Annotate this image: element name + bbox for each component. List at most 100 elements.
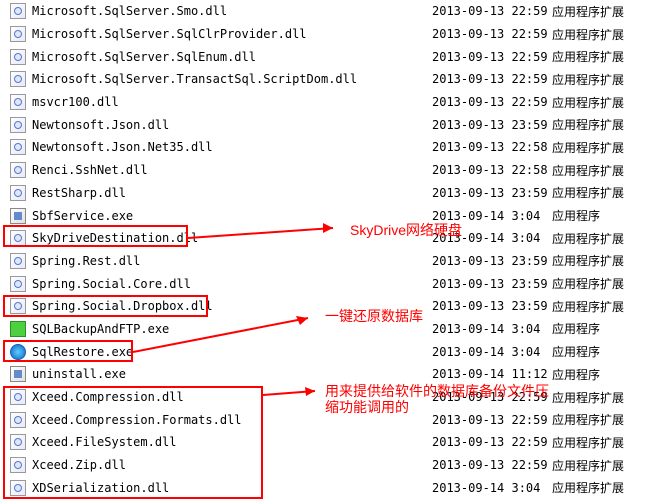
file-type: 应用程序扩展 [552, 389, 624, 406]
file-type: 应用程序扩展 [552, 275, 624, 292]
file-date: 2013-09-13 22:59 [432, 72, 552, 86]
file-date: 2013-09-14 3:04 [432, 481, 552, 495]
dll-icon [10, 276, 26, 292]
file-date: 2013-09-13 22:58 [432, 140, 552, 154]
file-name: uninstall.exe [32, 367, 432, 381]
file-row[interactable]: Xceed.Zip.dll2013-09-13 22:59应用程序扩展 [0, 454, 651, 477]
dll-icon [10, 71, 26, 87]
file-date: 2013-09-13 22:59 [432, 435, 552, 449]
file-name: Renci.SshNet.dll [32, 163, 432, 177]
file-name: SbfService.exe [32, 209, 432, 223]
file-row[interactable]: Xceed.FileSystem.dll2013-09-13 22:59应用程序… [0, 431, 651, 454]
file-row[interactable]: Microsoft.SqlServer.TransactSql.ScriptDo… [0, 68, 651, 91]
file-date: 2013-09-13 23:59 [432, 186, 552, 200]
file-row[interactable]: Renci.SshNet.dll2013-09-13 22:58应用程序扩展 [0, 159, 651, 182]
dll-icon [10, 253, 26, 269]
file-row[interactable]: uninstall.exe2013-09-14 11:12应用程序 [0, 363, 651, 386]
exe-icon [10, 208, 26, 224]
file-row[interactable]: Newtonsoft.Json.dll2013-09-13 23:59应用程序扩… [0, 113, 651, 136]
file-name: RestSharp.dll [32, 186, 432, 200]
file-row[interactable]: SkyDriveDestination.dll2013-09-14 3:04应用… [0, 227, 651, 250]
file-row[interactable]: Spring.Social.Core.dll2013-09-13 23:59应用… [0, 272, 651, 295]
file-name: Xceed.FileSystem.dll [32, 435, 432, 449]
file-name: Microsoft.SqlServer.SqlClrProvider.dll [32, 27, 432, 41]
file-type: 应用程序扩展 [552, 48, 624, 65]
file-date: 2013-09-14 3:04 [432, 345, 552, 359]
file-date: 2013-09-14 11:12 [432, 367, 552, 381]
file-date: 2013-09-14 3:04 [432, 322, 552, 336]
file-date: 2013-09-14 3:04 [432, 231, 552, 245]
file-row[interactable]: SqlRestore.exe2013-09-14 3:04应用程序 [0, 340, 651, 363]
file-type: 应用程序扩展 [552, 184, 624, 201]
dll-icon [10, 49, 26, 65]
dll-icon [10, 94, 26, 110]
file-date: 2013-09-13 22:59 [432, 50, 552, 64]
file-row[interactable]: Spring.Social.Dropbox.dll2013-09-13 23:5… [0, 295, 651, 318]
file-row[interactable]: Microsoft.SqlServer.Smo.dll2013-09-13 22… [0, 0, 651, 23]
file-name: Microsoft.SqlServer.SqlEnum.dll [32, 50, 432, 64]
file-row[interactable]: msvcr100.dll2013-09-13 22:59应用程序扩展 [0, 91, 651, 114]
file-name: Spring.Rest.dll [32, 254, 432, 268]
file-type: 应用程序扩展 [552, 411, 624, 428]
file-name: Microsoft.SqlServer.Smo.dll [32, 4, 432, 18]
file-type: 应用程序 [552, 207, 600, 224]
file-row[interactable]: Microsoft.SqlServer.SqlClrProvider.dll20… [0, 23, 651, 46]
file-name: SkyDriveDestination.dll [32, 231, 432, 245]
file-name: SQLBackupAndFTP.exe [32, 322, 432, 336]
dll-icon [10, 434, 26, 450]
file-name: Xceed.Compression.dll [32, 390, 432, 404]
dll-icon [10, 117, 26, 133]
dll-icon [10, 139, 26, 155]
dll-icon [10, 298, 26, 314]
file-type: 应用程序 [552, 343, 600, 360]
file-type: 应用程序 [552, 320, 600, 337]
file-name: Newtonsoft.Json.dll [32, 118, 432, 132]
file-date: 2013-09-13 22:58 [432, 163, 552, 177]
file-date: 2013-09-13 22:59 [432, 413, 552, 427]
dll-icon [10, 412, 26, 428]
file-row[interactable]: Spring.Rest.dll2013-09-13 23:59应用程序扩展 [0, 250, 651, 273]
exe-green-icon [10, 321, 26, 337]
file-date: 2013-09-13 23:59 [432, 118, 552, 132]
file-row[interactable]: Xceed.Compression.dll2013-09-13 22:59应用程… [0, 386, 651, 409]
dll-icon [10, 3, 26, 19]
file-name: Spring.Social.Core.dll [32, 277, 432, 291]
file-type: 应用程序扩展 [552, 94, 624, 111]
file-row[interactable]: SQLBackupAndFTP.exe2013-09-14 3:04应用程序 [0, 318, 651, 341]
file-name: Spring.Social.Dropbox.dll [32, 299, 432, 313]
file-row[interactable]: SbfService.exe2013-09-14 3:04应用程序 [0, 204, 651, 227]
file-type: 应用程序扩展 [552, 71, 624, 88]
dll-icon [10, 389, 26, 405]
file-date: 2013-09-13 23:59 [432, 254, 552, 268]
dll-icon [10, 480, 26, 496]
exe-blue-icon [10, 344, 26, 360]
file-date: 2013-09-14 3:04 [432, 209, 552, 223]
file-row[interactable]: Xceed.Compression.Formats.dll2013-09-13 … [0, 408, 651, 431]
file-name: Xceed.Compression.Formats.dll [32, 413, 432, 427]
file-date: 2013-09-13 23:59 [432, 277, 552, 291]
file-date: 2013-09-13 22:59 [432, 458, 552, 472]
file-type: 应用程序扩展 [552, 230, 624, 247]
file-name: SqlRestore.exe [32, 345, 432, 359]
file-type: 应用程序扩展 [552, 479, 624, 496]
file-name: Microsoft.SqlServer.TransactSql.ScriptDo… [32, 72, 432, 86]
file-type: 应用程序扩展 [552, 298, 624, 315]
file-row[interactable]: Newtonsoft.Json.Net35.dll2013-09-13 22:5… [0, 136, 651, 159]
file-list: Microsoft.SqlServer.Smo.dll2013-09-13 22… [0, 0, 651, 499]
file-date: 2013-09-13 22:59 [432, 95, 552, 109]
file-row[interactable]: Microsoft.SqlServer.SqlEnum.dll2013-09-1… [0, 45, 651, 68]
file-type: 应用程序扩展 [552, 457, 624, 474]
file-type: 应用程序扩展 [552, 252, 624, 269]
dll-icon [10, 26, 26, 42]
file-date: 2013-09-13 22:59 [432, 4, 552, 18]
file-date: 2013-09-13 22:59 [432, 27, 552, 41]
dll-icon [10, 457, 26, 473]
file-row[interactable]: XDSerialization.dll2013-09-14 3:04应用程序扩展 [0, 476, 651, 499]
file-row[interactable]: RestSharp.dll2013-09-13 23:59应用程序扩展 [0, 182, 651, 205]
exe-icon [10, 366, 26, 382]
file-type: 应用程序扩展 [552, 139, 624, 156]
dll-icon [10, 185, 26, 201]
file-name: Xceed.Zip.dll [32, 458, 432, 472]
file-type: 应用程序扩展 [552, 3, 624, 20]
file-type: 应用程序扩展 [552, 162, 624, 179]
